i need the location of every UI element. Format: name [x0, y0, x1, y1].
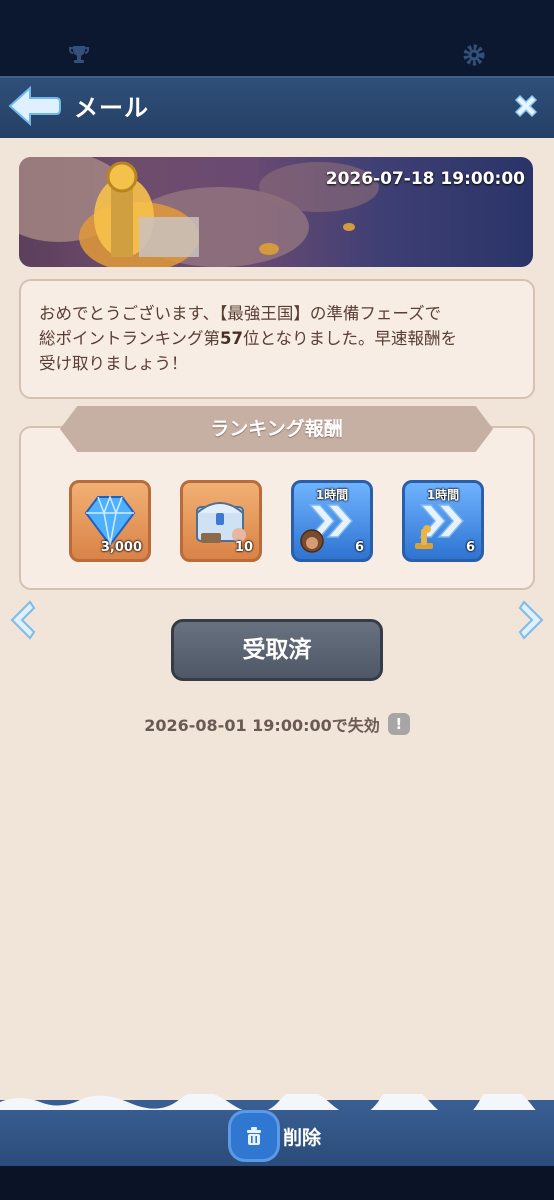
banner-date: 2026-07-18 19:00:00 — [325, 169, 525, 189]
close-button[interactable] — [510, 90, 542, 122]
event-banner: 2026-07-18 19:00:00 — [19, 157, 533, 267]
back-button[interactable] — [6, 82, 62, 130]
reward-quantity: 3,000 — [100, 540, 142, 555]
message-text: おめでとうございます、【最強王国】の準備フェーズで 総ポイントランキング第57位… — [39, 301, 519, 376]
trash-icon — [231, 1113, 277, 1159]
reward-title: ランキング報酬 — [210, 418, 343, 440]
system-bottom-bar — [0, 1166, 554, 1200]
expiry-notice: 2026-08-01 19:00:00で失効! — [0, 712, 554, 738]
reward-quantity: 6 — [465, 540, 475, 555]
message-line-2-suffix: 位となりました。早速報酬を — [242, 329, 457, 348]
reward-quantity: 10 — [234, 540, 253, 555]
close-icon — [514, 94, 538, 118]
gear-icon[interactable] — [461, 42, 487, 68]
delete-button[interactable]: 削除 — [231, 1113, 381, 1159]
delete-label: 削除 — [283, 1127, 322, 1149]
info-icon[interactable]: ! — [387, 713, 410, 735]
message-line-3: 受け取りましょう！ — [39, 354, 188, 373]
reward-quantity: 6 — [354, 540, 364, 555]
reward-item-speedup-research[interactable]: 1時間 6 — [402, 480, 484, 562]
message-line-1: おめでとうございます、【最強王国】の準備フェーズで — [39, 304, 442, 323]
back-arrow-icon — [8, 85, 61, 127]
trophy-icon[interactable] — [66, 42, 92, 68]
next-mail-button[interactable] — [516, 598, 548, 642]
expiry-text: 2026-08-01 19:00:00で失効 — [144, 716, 380, 735]
reward-item-speedup-troop[interactable]: 1時間 6 — [291, 480, 373, 562]
claimed-button[interactable]: 受取済 — [171, 619, 383, 681]
chevron-left-icon — [10, 600, 36, 640]
mail-header: メール — [0, 76, 554, 140]
message-box: おめでとうございます、【最強王国】の準備フェーズで 総ポイントランキング第57位… — [19, 279, 535, 399]
top-status-bar — [0, 0, 554, 76]
reward-item-diamond[interactable]: 3,000 — [69, 480, 151, 562]
page-title: メール — [74, 94, 149, 122]
previous-mail-button[interactable] — [6, 598, 38, 642]
chevron-right-icon — [518, 600, 544, 640]
snow-decoration — [0, 1094, 554, 1110]
rank-number: 57 — [220, 329, 243, 348]
reward-item-chest[interactable]: 10 — [180, 480, 262, 562]
message-line-2-prefix: 総ポイントランキング第 — [39, 329, 221, 348]
